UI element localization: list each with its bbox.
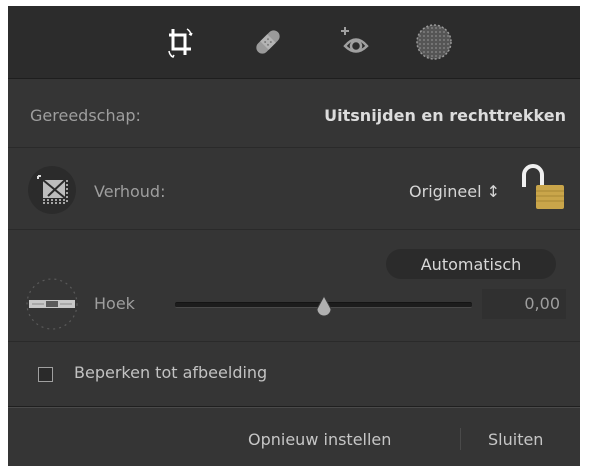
auto-straighten-button[interactable]: Automatisch <box>386 249 556 279</box>
tool-strip <box>8 6 580 79</box>
angle-slider-thumb[interactable] <box>315 295 333 317</box>
divider <box>8 341 580 342</box>
reset-button[interactable]: Opnieuw instellen <box>248 430 391 449</box>
aspect-label: Verhoud: <box>94 182 166 201</box>
constrain-label[interactable]: Beperken tot afbeelding <box>74 363 267 382</box>
level-icon <box>26 278 78 330</box>
footer-separator <box>460 428 461 450</box>
crop-tool-button[interactable] <box>158 20 202 64</box>
crop-frame-icon <box>37 175 68 204</box>
angle-value: 0,00 <box>524 294 560 313</box>
crop-tool-panel: Gereedschap: Uitsnijden en rechttrekken … <box>8 6 580 466</box>
constrain-checkbox[interactable] <box>38 367 53 382</box>
tool-name: Uitsnijden en rechttrekken <box>324 106 566 125</box>
angle-value-field[interactable]: 0,00 <box>482 289 566 319</box>
straighten-tool-button[interactable] <box>26 272 78 336</box>
aspect-lock-toggle[interactable] <box>520 163 568 213</box>
aspect-select[interactable]: Origineel ↕ <box>409 182 500 201</box>
spot-removal-button[interactable] <box>246 20 290 64</box>
close-button[interactable]: Sluiten <box>488 430 543 449</box>
graduated-filter-button[interactable] <box>412 20 456 64</box>
divider <box>8 407 580 408</box>
bandage-icon <box>256 30 280 54</box>
divider <box>8 229 580 230</box>
padlock-open-icon <box>522 164 564 209</box>
radial-mask-icon <box>416 24 452 60</box>
crop-icon <box>168 28 193 59</box>
red-eye-icon <box>341 27 369 53</box>
angle-label: Hoek <box>94 294 135 313</box>
tool-label: Gereedschap: <box>30 106 141 125</box>
crop-frame-tool-button[interactable] <box>28 166 76 214</box>
red-eye-button[interactable] <box>334 20 378 64</box>
divider <box>8 147 580 148</box>
